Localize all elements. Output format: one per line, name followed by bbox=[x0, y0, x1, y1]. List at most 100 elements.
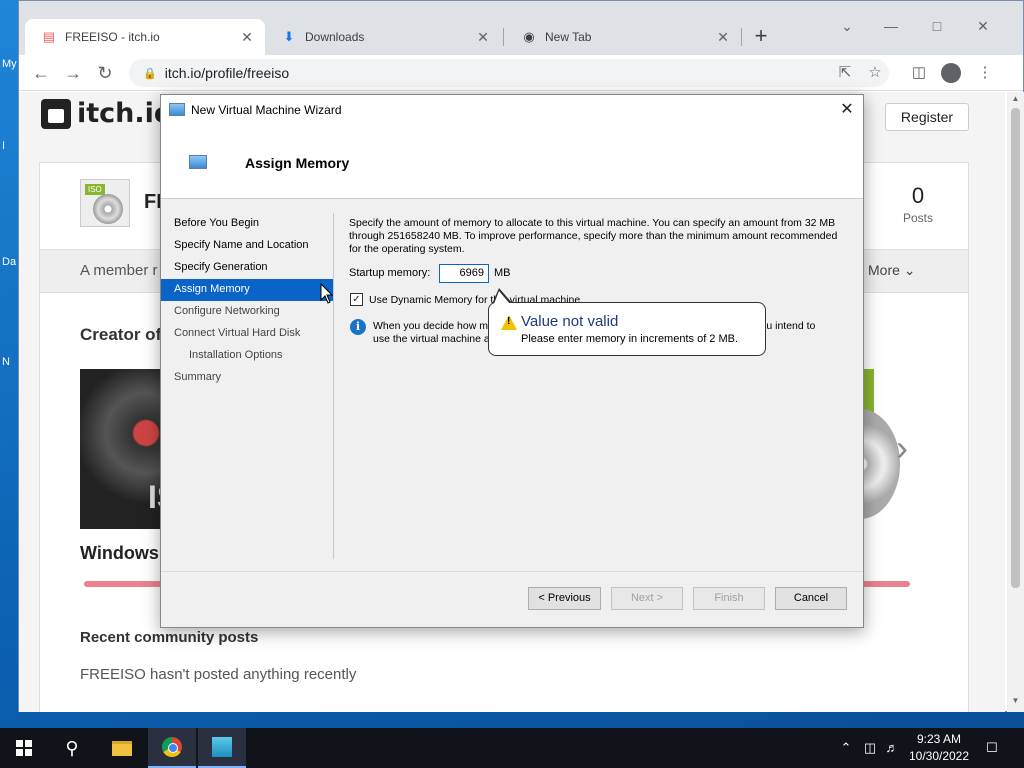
cancel-button[interactable]: Cancel bbox=[775, 587, 847, 610]
scroll-down-icon[interactable]: ▼ bbox=[1007, 696, 1024, 705]
tooltip-message: Please enter memory in increments of 2 M… bbox=[521, 333, 739, 345]
step-summary[interactable]: Summary bbox=[161, 367, 333, 389]
step-connect-disk[interactable]: Connect Virtual Hard Disk bbox=[161, 323, 333, 345]
startup-memory-label: Startup memory: bbox=[349, 267, 431, 279]
dynamic-memory-checkbox[interactable]: ✓ bbox=[350, 293, 363, 306]
tab-new-tab[interactable]: ◉ New Tab ✕ bbox=[505, 19, 741, 55]
tab-separator bbox=[741, 28, 742, 46]
tab-label: Downloads bbox=[305, 30, 365, 44]
step-before-you-begin[interactable]: Before You Begin bbox=[161, 213, 333, 235]
notification-icon[interactable]: ☐ bbox=[980, 728, 1004, 768]
minimize-icon[interactable]: — bbox=[871, 13, 911, 41]
finish-button[interactable]: Finish bbox=[693, 587, 765, 610]
clock[interactable]: 9:23 AM 10/30/2022 bbox=[904, 731, 974, 765]
clock-time: 9:23 AM bbox=[916, 732, 962, 746]
disc-icon bbox=[93, 194, 123, 224]
download-icon: ⬇ bbox=[283, 29, 295, 44]
search-icon: ⚲ bbox=[65, 737, 79, 758]
new-vm-wizard-dialog: New Virtual Machine Wizard ✕ Assign Memo… bbox=[160, 94, 864, 628]
address-bar[interactable]: 🔒 itch.io/profile/freeiso ⇱ ☆ bbox=[129, 59, 889, 87]
back-icon[interactable]: ← bbox=[27, 59, 55, 87]
hyperv-manager-icon bbox=[212, 737, 232, 757]
bookmark-star-icon[interactable]: ☆ bbox=[861, 59, 889, 87]
scroll-up-icon[interactable]: ▲ bbox=[1007, 94, 1024, 103]
folder-icon bbox=[112, 740, 132, 756]
step-specify-name[interactable]: Specify Name and Location bbox=[161, 235, 333, 257]
close-tab-icon[interactable]: ✕ bbox=[715, 29, 731, 46]
tray-chevron-icon[interactable]: ⌃ bbox=[836, 728, 856, 768]
tab-itch[interactable]: ▤ FREEISO - itch.io ✕ bbox=[25, 19, 265, 55]
hyperv-taskbar-button[interactable] bbox=[198, 728, 246, 768]
carousel-next-icon[interactable]: › bbox=[896, 427, 908, 469]
iso-tag: ISO bbox=[85, 184, 105, 195]
chevron-down-icon: ⌄ bbox=[903, 262, 916, 278]
logo-text: itch.io bbox=[77, 98, 173, 129]
game-title[interactable]: Windows bbox=[80, 543, 159, 564]
close-tab-icon[interactable]: ✕ bbox=[475, 29, 491, 46]
forward-icon[interactable]: → bbox=[59, 59, 87, 87]
network-icon[interactable]: ◫ bbox=[860, 728, 880, 768]
next-button[interactable]: Next > bbox=[611, 587, 683, 610]
tab-strip: ▤ FREEISO - itch.io ✕ ⬇ Downloads ✕ ◉ Ne… bbox=[19, 1, 1023, 55]
close-tab-icon[interactable]: ✕ bbox=[239, 29, 255, 46]
previous-button[interactable]: < Previous bbox=[528, 587, 601, 610]
menu-kebab-icon[interactable]: ⋮ bbox=[971, 59, 999, 87]
memory-unit: MB bbox=[494, 267, 511, 279]
memory-description: Specify the amount of memory to allocate… bbox=[349, 217, 838, 255]
chrome-icon bbox=[162, 737, 182, 757]
profile-icon[interactable] bbox=[937, 59, 965, 87]
tab-label: FREEISO - itch.io bbox=[65, 30, 160, 44]
file-explorer-button[interactable] bbox=[98, 728, 146, 768]
dialog-titlebar[interactable]: New Virtual Machine Wizard ✕ bbox=[161, 95, 863, 125]
tab-search-icon[interactable]: ⌄ bbox=[827, 13, 867, 41]
step-installation-options[interactable]: Installation Options bbox=[161, 345, 333, 367]
page-title: Assign Memory bbox=[245, 155, 350, 171]
close-icon[interactable]: ✕ bbox=[833, 99, 861, 121]
lock-icon[interactable]: 🔒 bbox=[143, 67, 157, 80]
itch-logo[interactable]: itch.io bbox=[41, 98, 172, 129]
maximize-icon[interactable]: □ bbox=[917, 13, 957, 41]
creator-title: Creator of bbox=[80, 325, 162, 344]
browser-toolbar: ← → ↻ 🔒 itch.io/profile/freeiso ⇱ ☆ ◫ ⋮ bbox=[19, 55, 1023, 91]
more-label: More bbox=[868, 262, 900, 278]
recent-posts-text: FREEISO hasn't posted anything recently bbox=[80, 666, 357, 683]
desktop-icon-label[interactable]: I bbox=[2, 140, 5, 152]
search-button[interactable]: ⚲ bbox=[48, 728, 96, 768]
itch-icon: ▤ bbox=[42, 29, 56, 44]
volume-icon[interactable]: ♬ bbox=[882, 728, 902, 768]
taskbar: ⚲ ⌃ ◫ ♬ 9:23 AM 10/30/2022 ☐ bbox=[0, 728, 1024, 768]
step-configure-networking[interactable]: Configure Networking bbox=[161, 301, 333, 323]
chrome-taskbar-button[interactable] bbox=[148, 728, 196, 768]
posts-count: 0 bbox=[911, 183, 925, 208]
mouse-cursor-icon bbox=[320, 283, 334, 304]
new-tab-button[interactable]: + bbox=[747, 23, 775, 51]
side-panel-icon[interactable]: ◫ bbox=[905, 59, 933, 87]
more-link[interactable]: More ⌄ bbox=[868, 262, 916, 279]
recent-posts-title: Recent community posts bbox=[80, 629, 259, 646]
profile-avatar: ISO bbox=[80, 179, 130, 227]
desktop-icon-label[interactable]: N bbox=[2, 356, 10, 368]
memory-icon bbox=[189, 155, 207, 169]
tab-downloads[interactable]: ⬇ Downloads ✕ bbox=[265, 19, 501, 55]
step-assign-memory[interactable]: Assign Memory bbox=[161, 279, 333, 301]
startup-memory-input[interactable]: 6969 bbox=[439, 264, 489, 283]
start-button[interactable] bbox=[0, 728, 48, 768]
share-icon[interactable]: ⇱ bbox=[831, 59, 859, 87]
windows-logo-icon bbox=[16, 740, 32, 756]
itch-logo-icon bbox=[41, 98, 71, 129]
register-button[interactable]: Register bbox=[885, 103, 969, 131]
validation-tooltip: ! Value not valid Please enter memory in… bbox=[488, 302, 766, 356]
url-text[interactable]: itch.io/profile/freeiso bbox=[165, 65, 290, 81]
vm-icon bbox=[169, 103, 185, 116]
wizard-steps: Before You Begin Specify Name and Locati… bbox=[161, 213, 333, 389]
info-icon: i bbox=[350, 319, 366, 335]
page-scrollbar[interactable]: ▲ ▼ bbox=[1007, 92, 1024, 712]
scroll-thumb[interactable] bbox=[1011, 108, 1020, 588]
reload-icon[interactable]: ↻ bbox=[91, 59, 119, 87]
member-text: A member r bbox=[80, 262, 158, 279]
close-window-icon[interactable]: ✕ bbox=[963, 13, 1003, 41]
step-specify-generation[interactable]: Specify Generation bbox=[161, 257, 333, 279]
desktop-icon-label[interactable]: My bbox=[2, 58, 17, 70]
clock-date: 10/30/2022 bbox=[908, 749, 970, 763]
desktop-icon-label[interactable]: Da bbox=[2, 256, 16, 268]
